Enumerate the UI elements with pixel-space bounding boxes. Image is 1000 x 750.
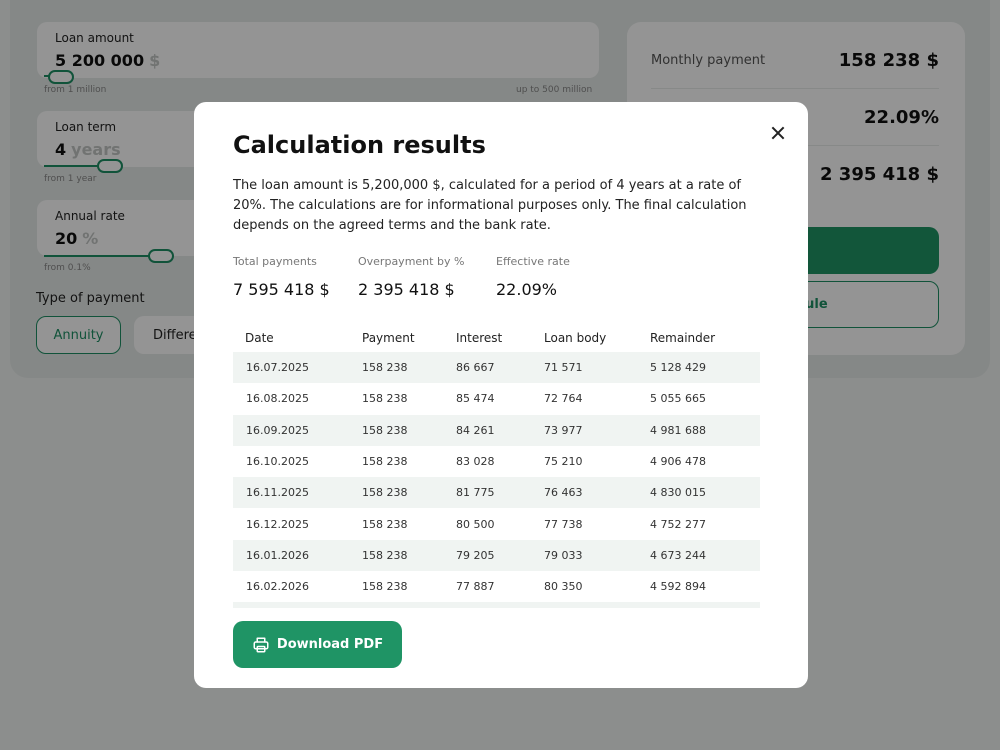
table-cell: 158 238 <box>362 517 408 531</box>
table-cell: 84 261 <box>456 423 495 437</box>
column-header-payment: Payment <box>362 330 415 345</box>
effective-rate-stat: Effective rate 22.09% <box>496 255 570 299</box>
table-cell: 71 571 <box>544 361 583 375</box>
column-header-interest: Interest <box>456 330 503 345</box>
overpayment-stat-value: 2 395 418 $ <box>358 280 455 299</box>
table-cell: 158 238 <box>362 486 408 500</box>
table-cell: 79 033 <box>544 548 583 562</box>
total-payments-stat: Total payments 7 595 418 $ <box>233 255 330 299</box>
table-cell: 16.12.2025 <box>246 517 309 531</box>
table-cell: 16.08.2025 <box>246 392 309 406</box>
table-cell: 80 500 <box>456 517 495 531</box>
table-cell: 4 673 244 <box>650 548 706 562</box>
table-cell: 4 752 277 <box>650 517 706 531</box>
payment-schedule-table[interactable]: Date Payment Interest Loan body Remainde… <box>233 323 767 608</box>
table-cell: 75 210 <box>544 455 583 469</box>
table-cell: 16.10.2025 <box>246 455 309 469</box>
table-cell: 158 238 <box>362 455 408 469</box>
table-row: 16.07.2025 158 238 86 667 71 571 5 128 429 <box>233 352 760 384</box>
table-cell: 158 238 <box>362 392 408 406</box>
table-cell: 80 350 <box>544 580 583 594</box>
printer-icon <box>253 637 269 652</box>
download-pdf-label: Download PDF <box>276 637 384 652</box>
table-cell: 4 830 015 <box>650 486 706 500</box>
table-row: 16.11.2025 158 238 81 775 76 463 4 830 015 <box>233 477 760 509</box>
overpayment-label: Overpayment by % <box>358 255 465 268</box>
table-cell: 158 238 <box>362 548 408 562</box>
table-cell: 5 128 429 <box>650 361 706 375</box>
table-cell: 16.11.2025 <box>246 486 309 500</box>
effective-rate-label: Effective rate <box>496 255 570 268</box>
table-cell: 72 764 <box>544 392 583 406</box>
table-cell: 73 977 <box>544 423 583 437</box>
table-cell: 79 205 <box>456 548 495 562</box>
modal-description: The loan amount is 5,200,000 $, calculat… <box>233 178 747 233</box>
table-cell: 16.09.2025 <box>246 423 309 437</box>
column-header-loan-body: Loan body <box>544 330 607 345</box>
table-cell: 4 906 478 <box>650 455 706 469</box>
total-payments-value: 7 595 418 $ <box>233 280 330 299</box>
calculation-results-modal: Calculation results The loan amount is 5… <box>194 102 808 688</box>
table-header: Date Payment Interest Loan body Remainde… <box>233 323 767 352</box>
table-row: 16.09.2025 158 238 84 261 73 977 4 981 688 <box>233 414 760 446</box>
table-cell: 158 238 <box>362 361 408 375</box>
effective-rate-value: 22.09% <box>496 280 558 299</box>
overpayment-stat: Overpayment by % 2 395 418 $ <box>358 255 464 299</box>
table-row: 16.10.2025 158 238 83 028 75 210 4 906 478 <box>233 446 760 477</box>
table-cell: 4 981 688 <box>650 423 706 437</box>
column-header-remainder: Remainder <box>650 330 716 345</box>
modal-title: Calculation results <box>233 131 486 159</box>
table-cell: 76 463 <box>544 486 583 500</box>
table-row-partial <box>233 602 760 608</box>
close-icon[interactable] <box>766 122 790 146</box>
table-cell: 81 775 <box>456 486 495 500</box>
table-cell: 16.07.2025 <box>246 361 309 375</box>
table-row: 16.08.2025 158 238 85 474 72 764 5 055 665 <box>233 383 760 414</box>
table-cell: 86 667 <box>456 361 495 375</box>
table-cell: 158 238 <box>362 423 408 437</box>
total-payments-label: Total payments <box>233 255 317 268</box>
table-cell: 83 028 <box>456 455 495 469</box>
table-row: 16.12.2025 158 238 80 500 77 738 4 752 277 <box>233 508 760 539</box>
table-row: 16.01.2026 158 238 79 205 79 033 4 673 244 <box>233 539 760 572</box>
table-body: 16.07.2025 158 238 86 667 71 571 5 128 429 16… <box>233 352 767 602</box>
table-cell: 16.02.2026 <box>246 580 309 594</box>
table-cell: 5 055 665 <box>650 392 706 406</box>
table-cell: 85 474 <box>456 392 495 406</box>
table-cell: 77 887 <box>456 580 495 594</box>
table-cell: 16.01.2026 <box>246 548 309 562</box>
download-pdf-button[interactable]: Download PDF <box>233 621 402 668</box>
table-cell: 77 738 <box>544 517 583 531</box>
column-header-date: Date <box>245 330 274 345</box>
table-row: 16.02.2026 158 238 77 887 80 350 4 592 894 <box>233 571 760 602</box>
table-cell: 4 592 894 <box>650 580 706 594</box>
table-cell: 158 238 <box>362 580 408 594</box>
